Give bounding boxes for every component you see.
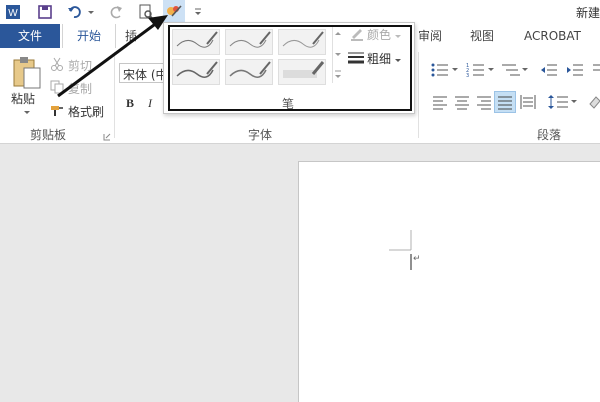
line-spacing-icon[interactable] <box>548 94 578 110</box>
format-painter-button[interactable]: 格式刷 <box>68 103 104 120</box>
paste-dropdown-icon[interactable] <box>22 106 32 114</box>
decrease-indent-icon[interactable] <box>540 62 558 78</box>
scissors-icon <box>50 57 64 71</box>
copy-button[interactable]: 复制 <box>68 80 92 97</box>
italic-button[interactable]: I <box>148 96 152 111</box>
tab-review[interactable]: 审阅 <box>418 24 442 48</box>
save-icon[interactable] <box>36 3 54 21</box>
redo-icon[interactable] <box>107 3 125 21</box>
word-icon[interactable]: W <box>4 3 22 21</box>
tab-home[interactable]: 开始 <box>62 24 116 49</box>
justify-button[interactable] <box>494 91 516 113</box>
paragraph-mark: ↵ <box>413 254 421 264</box>
clipboard-icon[interactable] <box>10 56 42 90</box>
copy-icon <box>50 80 64 94</box>
sort-icon[interactable] <box>592 62 600 78</box>
undo-dropdown-icon[interactable] <box>86 3 96 21</box>
undo-icon[interactable] <box>66 3 84 21</box>
svg-text:W: W <box>8 8 18 19</box>
pen-icon[interactable] <box>163 0 185 22</box>
multilevel-list-icon[interactable] <box>500 62 530 78</box>
customize-icon[interactable] <box>192 3 204 21</box>
bullets-icon[interactable] <box>430 62 460 78</box>
svg-text:3: 3 <box>466 73 469 78</box>
group-separator <box>418 52 419 138</box>
tab-insert[interactable]: 插 <box>125 24 137 48</box>
window-title: 新建 <box>575 6 600 20</box>
font-name-box[interactable]: 宋体 (中 <box>119 63 168 83</box>
align-left-icon[interactable] <box>432 94 448 110</box>
document-area: ↵ <box>0 144 600 402</box>
justify-icon <box>498 96 512 110</box>
clipboard-group-label: 剪贴板 <box>30 128 67 142</box>
tab-file[interactable]: 文件 <box>0 24 60 48</box>
paste-button[interactable]: 粘贴 <box>11 90 35 107</box>
increase-indent-icon[interactable] <box>566 62 584 78</box>
tab-view[interactable]: 视图 <box>470 24 494 48</box>
margin-corner-mark <box>389 230 412 270</box>
font-group-label: 字体 <box>248 128 273 142</box>
align-right-icon[interactable] <box>476 94 492 110</box>
bold-button[interactable]: B <box>126 96 134 111</box>
align-center-icon[interactable] <box>454 94 470 110</box>
tab-acrobat[interactable]: ACROBAT <box>524 24 581 48</box>
format-painter-icon <box>50 103 64 117</box>
cut-button[interactable]: 剪切 <box>68 57 92 74</box>
shading-icon[interactable] <box>588 94 600 110</box>
font-name-input[interactable]: 宋体 (中 <box>123 66 168 83</box>
highlight-frame <box>168 25 412 111</box>
numbering-icon[interactable]: 123 <box>466 62 496 79</box>
distributed-icon[interactable] <box>520 94 536 110</box>
quick-access-toolbar: W 新建 <box>0 0 600 24</box>
paragraph-group-label: 段落 <box>537 128 562 142</box>
print-preview-icon[interactable] <box>137 3 155 21</box>
group-separator <box>114 52 115 138</box>
dialog-launcher-icon[interactable] <box>103 130 111 141</box>
document-page[interactable]: ↵ <box>298 161 600 402</box>
